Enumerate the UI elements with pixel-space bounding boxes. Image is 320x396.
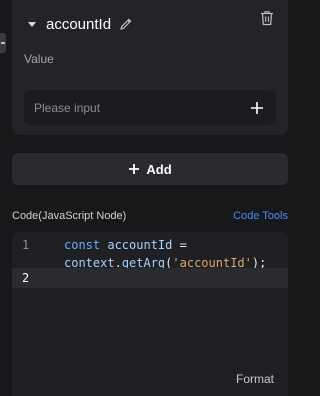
identifier: accountId	[107, 238, 173, 252]
trash-icon[interactable]	[260, 10, 274, 26]
add-button-label: Add	[146, 161, 172, 177]
code-tools-link[interactable]: Code Tools	[233, 210, 288, 222]
plus-icon[interactable]	[250, 101, 264, 115]
code-title: Code(JavaScript Node)	[12, 210, 127, 222]
param-card: accountId Value Please input	[12, 0, 288, 135]
value-input[interactable]: Please input	[24, 90, 276, 125]
param-name: accountId	[46, 15, 112, 33]
value-label: Value	[24, 52, 54, 66]
format-button[interactable]: Format	[236, 372, 274, 386]
value-placeholder: Please input	[34, 100, 101, 115]
code-node-panel: accountId Value Please input Add Code(Ja	[0, 0, 294, 396]
plus-icon	[129, 164, 140, 174]
param-header[interactable]: accountId	[28, 14, 133, 34]
code-line-current: 2	[12, 268, 288, 288]
line-number: 2	[22, 271, 30, 285]
line-number: 1	[22, 238, 30, 252]
code-text: const accountId =	[64, 236, 187, 254]
add-button[interactable]: Add	[12, 153, 288, 185]
operator: =	[179, 238, 187, 252]
caret-down-icon[interactable]	[28, 21, 36, 27]
code-editor[interactable]: 1 const accountId = context.getArg('acco…	[12, 232, 288, 396]
code-header: Code(JavaScript Node) Code Tools	[12, 208, 288, 224]
keyword: const	[64, 238, 101, 252]
pencil-icon[interactable]	[119, 17, 133, 31]
collapse-handle[interactable]	[0, 33, 6, 53]
code-line: 1 const accountId =	[12, 236, 288, 254]
